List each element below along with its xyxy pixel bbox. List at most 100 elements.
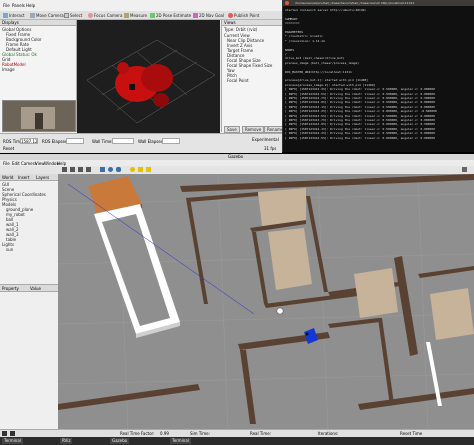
terminal-line: [ INFO] [1587123412.33]: Driving the rob…	[285, 87, 435, 92]
tab-insert[interactable]: Insert	[18, 175, 29, 180]
views-header: Views	[222, 20, 283, 26]
tree-ball[interactable]: ball	[6, 217, 13, 222]
fps-readout: 31 fps	[264, 146, 277, 151]
translate-icon[interactable]	[70, 167, 75, 172]
interact-button[interactable]: Interact	[3, 12, 25, 18]
ros-time-field[interactable]: 1587.12	[20, 138, 38, 144]
terminal-line: [ INFO] [1587123412.93]: Driving the rob…	[285, 100, 435, 105]
scale-icon[interactable]	[86, 167, 91, 172]
tree-robot-model[interactable]: RobotModel	[2, 62, 26, 67]
tree-wall-3[interactable]: wall_3	[6, 232, 19, 237]
views-focal-point[interactable]: Focal Point	[227, 78, 249, 83]
directional-light-icon[interactable]	[146, 167, 151, 172]
tree-global-status[interactable]: Global Status: Ok	[2, 52, 37, 57]
world-panel: World Insert Layers GUI Scene Spherical …	[0, 174, 59, 432]
terminal-window[interactable]: /home/user/ws/src/ball_chaser/launch/bal…	[282, 0, 474, 152]
tree-image[interactable]: Image	[2, 67, 15, 72]
nav-goal-button[interactable]: 2D Nav Goal	[193, 12, 224, 18]
reset-button[interactable]: Reset	[3, 146, 14, 151]
tree-physics[interactable]: Physics	[2, 197, 17, 202]
terminal-line: process[drive_bot-1]: started with pid […	[285, 78, 369, 83]
toolbar-label: Select	[70, 12, 83, 18]
real-time-label: Real Time:	[250, 431, 272, 436]
task-gazebo[interactable]: Gazebo	[110, 438, 130, 444]
views-target-frame[interactable]: Target Frame	[227, 48, 253, 53]
toolbar-label: Focus Camera	[94, 12, 123, 18]
select-mode-icon[interactable]	[62, 167, 67, 172]
focus-camera-button[interactable]: Focus Camera	[88, 12, 122, 18]
spot-light-icon[interactable]	[138, 167, 143, 172]
point-light-icon[interactable]	[130, 167, 135, 172]
screenshot-icon[interactable]	[462, 167, 467, 172]
tree-global-options[interactable]: Global Options	[2, 27, 31, 32]
world-render	[58, 174, 474, 432]
publish-point-button[interactable]: Publish Point	[228, 12, 259, 18]
ball	[276, 307, 284, 315]
tree-default-light[interactable]: Default Light	[6, 47, 32, 52]
terminal-line: [ INFO] [1587123414.33]: Driving the rob…	[285, 131, 435, 136]
box-shape-icon[interactable]	[100, 167, 105, 172]
displays-panel: Displays Global Options Fixed Frame Back…	[0, 20, 77, 132]
pose-estimate-button[interactable]: 2D Pose Estimate	[150, 12, 191, 18]
views-yaw[interactable]: Yaw	[227, 68, 235, 73]
wall-time-field[interactable]	[112, 138, 134, 144]
toolbar-label: Interact	[9, 12, 25, 18]
gazebo-3d-scene[interactable]	[58, 174, 474, 432]
terminal-titlebar: /home/user/ws/src/ball_chaser/launch/bal…	[283, 0, 474, 6]
experimental-checkbox[interactable]: Experimental	[252, 137, 279, 142]
tree-sun[interactable]: sun	[6, 247, 13, 252]
views-focal-fixed[interactable]: Focal Shape Fixed Size	[227, 63, 272, 68]
rotate-icon[interactable]	[78, 167, 83, 172]
move-camera-button[interactable]: Move Camera	[30, 12, 64, 18]
ros-elapsed-label: ROS Elapsed:	[42, 139, 69, 144]
tree-models[interactable]: Models	[2, 202, 16, 207]
reset-time-button[interactable]: Reset Time	[400, 431, 422, 436]
tree-spherical[interactable]: Spherical Coordinates	[2, 192, 46, 197]
tree-wall-2[interactable]: wall_2	[6, 227, 19, 232]
views-distance[interactable]: Distance	[227, 53, 245, 58]
views-current[interactable]: Current View	[224, 33, 250, 38]
property-header: Property Value	[0, 284, 58, 292]
tree-table[interactable]: table	[6, 237, 16, 242]
focus-icon	[88, 12, 93, 18]
terminal-title: /home/user/ws/src/ball_chaser/launch/bal…	[295, 1, 415, 5]
tree-my-robot[interactable]: my_robot	[6, 212, 25, 217]
ros-elapsed-field[interactable]	[66, 138, 84, 144]
tab-layers[interactable]: Layers	[36, 175, 49, 180]
task-rviz[interactable]: RViz	[60, 438, 73, 444]
tree-wall-1[interactable]: wall_1	[6, 222, 19, 227]
measure-button[interactable]: Measure	[124, 12, 147, 18]
close-icon[interactable]	[285, 1, 289, 5]
tree-gui[interactable]: GUI	[2, 182, 9, 187]
tree-scene[interactable]: Scene	[2, 187, 14, 192]
step-icon[interactable]	[10, 431, 15, 436]
tree-background-color[interactable]: Background Color	[6, 37, 42, 42]
cylinder-shape-icon[interactable]	[116, 167, 121, 172]
select-button[interactable]: Select	[64, 12, 82, 18]
3d-view[interactable]	[77, 20, 220, 133]
tab-world[interactable]: World	[2, 175, 13, 180]
views-invert-z[interactable]: Invert Z Axis	[227, 43, 252, 48]
menu-file[interactable]: File	[3, 3, 10, 8]
pause-icon[interactable]	[2, 431, 7, 436]
views-type[interactable]: Type: Orbit (rviz)	[224, 27, 257, 32]
task-terminal-2[interactable]: Terminal	[170, 438, 191, 444]
tree-ground-plane[interactable]: ground_plane	[6, 207, 33, 212]
sphere-shape-icon[interactable]	[108, 167, 113, 172]
tree-lights[interactable]: Lights	[2, 242, 14, 247]
remove-view-button[interactable]: Remove	[242, 126, 265, 133]
task-terminal-1[interactable]: Terminal	[2, 438, 23, 444]
menu-help[interactable]: Help	[26, 3, 35, 8]
views-pitch[interactable]: Pitch	[227, 73, 237, 78]
tree-fixed-frame[interactable]: Fixed Frame	[6, 32, 30, 37]
wall-elapsed-field[interactable]	[162, 138, 180, 144]
real-time-factor-value: 0.99	[160, 431, 169, 436]
point-icon	[228, 12, 233, 18]
tree-grid[interactable]: Grid	[2, 57, 10, 62]
save-view-button[interactable]: Save	[224, 126, 240, 133]
toolbar-label: 2D Pose Estimate	[156, 12, 192, 18]
menu-panels[interactable]: Panels	[12, 3, 25, 8]
views-focal-size[interactable]: Focal Shape Size	[227, 58, 261, 63]
views-near-clip[interactable]: Near Clip Distance	[227, 38, 264, 43]
tree-frame-rate[interactable]: Frame Rate	[6, 42, 29, 47]
